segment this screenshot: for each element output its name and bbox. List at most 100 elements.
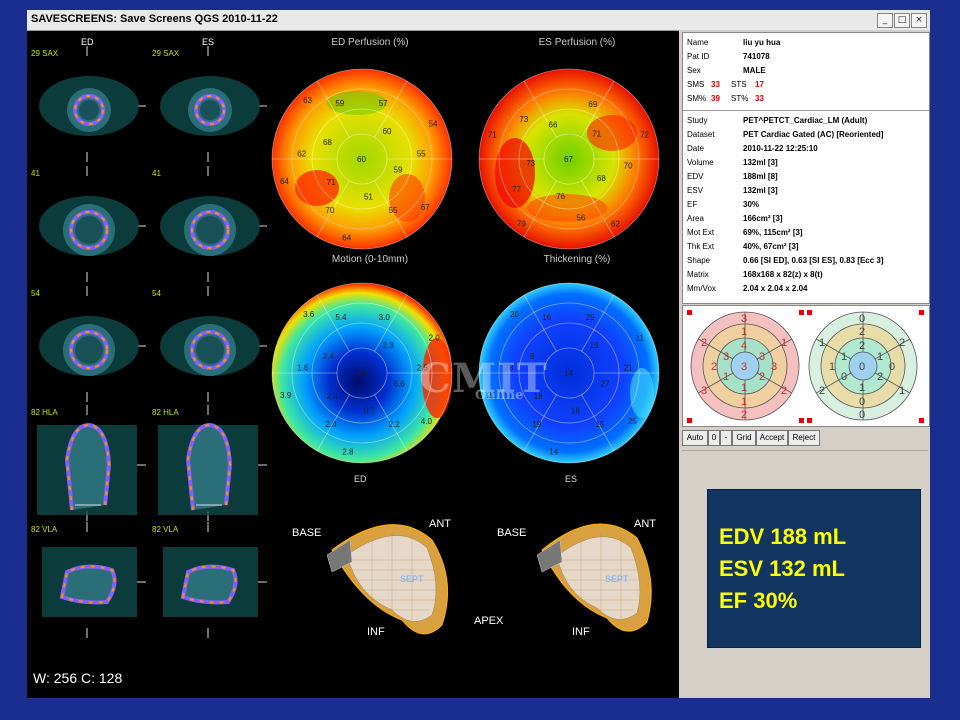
lv-ant-label-es: ANT: [634, 518, 656, 530]
accept-button[interactable]: Accept: [756, 430, 788, 446]
watermark-sub: Online: [475, 388, 524, 403]
stp-value: 33: [755, 94, 764, 103]
segment-polar-plots: 33232214311231213 00120122101212100: [687, 310, 924, 423]
summary-box: EDV 188 mL ESV 132 mL EF 30%: [707, 489, 921, 648]
motext-value: 69%, 115cm² [3]: [743, 228, 803, 237]
polar-value: 11: [636, 333, 645, 342]
date-value: 2010-11-22 12:25:10: [743, 144, 818, 153]
minus-button[interactable]: -: [720, 430, 732, 446]
segment-score: 3: [723, 351, 729, 363]
polar-value: 4.5: [357, 369, 369, 378]
close-button[interactable]: ×: [911, 13, 927, 28]
polar-value: 70: [624, 161, 633, 170]
polar-value: 14: [564, 369, 573, 378]
grid-button[interactable]: Grid: [732, 430, 756, 446]
polar-value: 27: [601, 379, 610, 388]
slice-es-2[interactable]: 41: [148, 166, 267, 282]
lv-3d-ed[interactable]: BASE ANT SEPT APEX INF: [292, 510, 503, 660]
polar-value: 62: [611, 220, 620, 229]
es-axis-label: ES: [565, 474, 578, 484]
slice-es-3[interactable]: 54: [148, 286, 267, 402]
volume-key: Volume: [687, 158, 714, 167]
polar-value: 4.0: [421, 417, 433, 426]
thkext-key: Thk Ext: [687, 242, 715, 251]
polar-value: 55: [417, 149, 426, 158]
segment-score: 1: [781, 337, 787, 349]
polar-value: 15: [596, 420, 605, 429]
slice-ed-2[interactable]: 41: [27, 166, 146, 282]
lv-surface-ed: [326, 524, 449, 635]
corner-marker: [807, 418, 812, 423]
polar-value: 14: [549, 448, 558, 457]
date-key: Date: [687, 144, 704, 153]
edv-value: 188ml [8]: [743, 172, 778, 181]
polar-value: 19: [590, 341, 599, 350]
esv-key: ESV: [687, 186, 704, 195]
summary-edv: EDV 188 mL: [719, 524, 847, 549]
segment-score: 2: [877, 371, 883, 383]
minimize-button[interactable]: _: [877, 13, 893, 28]
slice-es-1[interactable]: 29 SAX: [148, 46, 267, 162]
motext-key: Mot Ext: [687, 228, 715, 237]
patient-info-box: Name liu yu hua Pat ID 741078 Sex MALE SMS 3…: [682, 32, 930, 304]
mmvox-value: 2.04 x 2.04 x 2.04: [743, 284, 808, 293]
segment-score: 1: [723, 371, 729, 383]
maximize-button[interactable]: □: [894, 13, 910, 28]
segment-score: 2: [759, 371, 765, 383]
segment-score: 2: [819, 385, 825, 397]
slice-ed-4[interactable]: 82 HLA: [27, 405, 146, 521]
dataset-value: PET Cardiac Gated (AC) [Reoriented]: [743, 130, 884, 139]
slice-ed-3[interactable]: 54: [27, 286, 146, 402]
smp-value: 39: [711, 94, 720, 103]
polar-value: 67: [421, 203, 430, 212]
shape-key: Shape: [687, 256, 711, 265]
polar-value: 64: [342, 234, 351, 243]
area-key: Area: [687, 214, 704, 223]
auto-button[interactable]: Auto: [682, 430, 708, 446]
polar-value: 6.6: [394, 379, 406, 388]
polar-value: 25: [586, 313, 595, 322]
polar-value: 73: [526, 159, 535, 168]
reject-button[interactable]: Reject: [788, 430, 820, 446]
polar-value: 51: [364, 192, 373, 201]
segment-score: 2: [899, 337, 905, 349]
polar-value: 2.4: [325, 420, 337, 429]
polar-value: 2.4: [323, 352, 335, 361]
slice-label: 29 SAX: [31, 49, 59, 58]
lv-inf-label-ed: INF: [367, 626, 385, 638]
polar-value: 3.0: [379, 313, 391, 322]
corner-marker: [799, 310, 804, 315]
polar-value: 67: [564, 155, 573, 164]
polar-value: 76: [556, 192, 565, 201]
polar-value: 73: [519, 115, 528, 124]
polar-value: 69: [588, 100, 597, 109]
polar-value: 79: [517, 220, 526, 229]
slice-ed-1[interactable]: 29 SAX: [27, 46, 146, 162]
ef-key: EF: [687, 200, 698, 209]
slice-es-4[interactable]: 82 HLA: [148, 405, 267, 521]
segment-score: 3: [741, 313, 747, 325]
polar-value: 16: [542, 313, 551, 322]
polar-value: 62: [297, 149, 306, 158]
polar-value: 21: [624, 363, 633, 372]
segment-score: 2: [781, 385, 787, 397]
sms-value: 33: [711, 80, 720, 89]
zero-button[interactable]: 0: [708, 430, 720, 446]
info-divider: [683, 110, 929, 111]
polar-value: 19: [532, 420, 541, 429]
matrix-value: 168x168 x 82(z) x 8(t): [743, 270, 823, 279]
slice-label: 82 VLA: [152, 525, 179, 534]
polar-value: 70: [325, 206, 334, 215]
lv-3d-es[interactable]: BASE ANT SEPT APEX INF: [497, 510, 708, 660]
polar-value: 2.3: [383, 341, 395, 350]
volume-value: 132ml [3]: [743, 158, 778, 167]
slice-label: 54: [31, 289, 40, 298]
polar-value: 0.7: [364, 406, 376, 415]
segment-score: 1: [877, 351, 883, 363]
slice-es-5[interactable]: 82 VLA: [148, 522, 267, 638]
slice-ed-5[interactable]: 82 VLA: [27, 522, 146, 638]
polar-value: 54: [429, 119, 438, 128]
polar-value: 2.2: [389, 420, 401, 429]
ed-axis-label: ED: [354, 474, 367, 484]
sms-key: SMS: [687, 80, 705, 89]
